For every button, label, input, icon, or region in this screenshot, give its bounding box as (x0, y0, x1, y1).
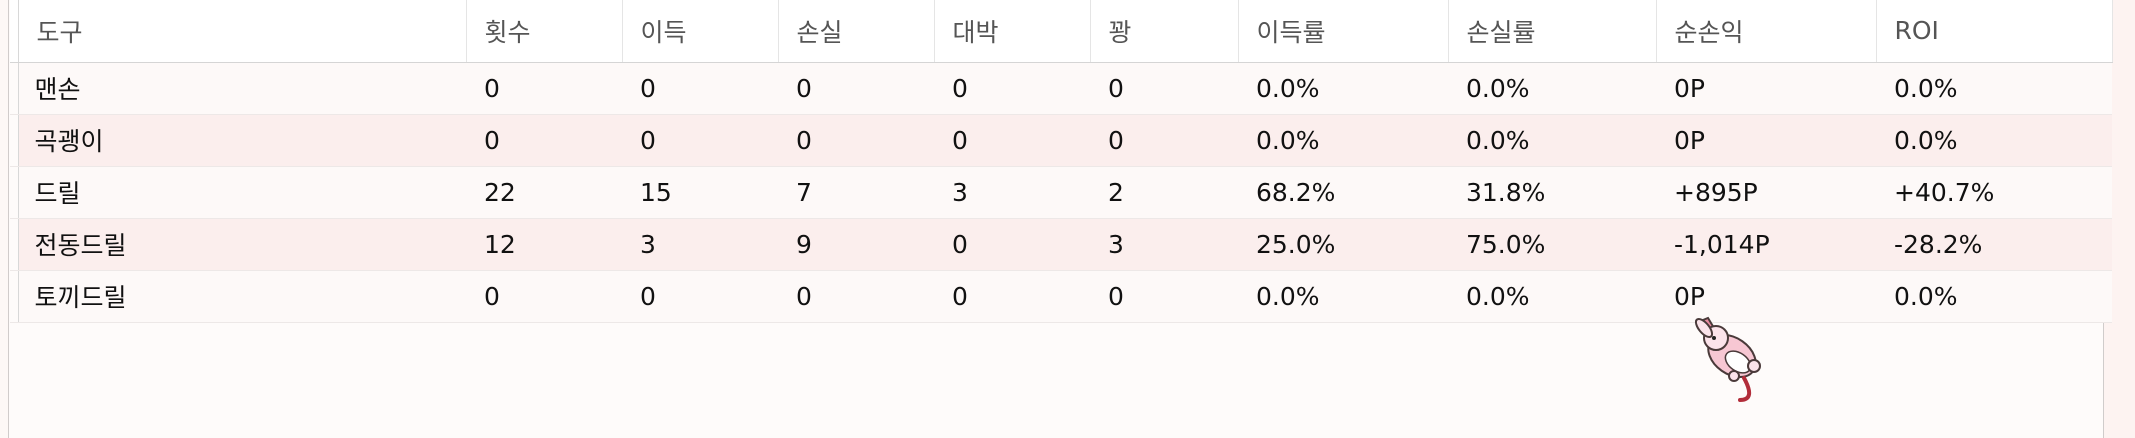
table-row[interactable]: 드릴 22 15 7 3 2 68.2% 31.8% +895P +40.7% (10, 166, 2112, 219)
cell-jackpot: 0 (934, 62, 1090, 115)
cell-loss: 7 (778, 166, 934, 219)
cell-gain: 0 (622, 62, 778, 115)
cell-count: 0 (466, 270, 622, 323)
table-row[interactable]: 맨손 0 0 0 0 0 0.0% 0.0% 0P 0.0% (10, 62, 2112, 115)
cell-gain-rate: 0.0% (1238, 62, 1448, 115)
cell-loss: 9 (778, 218, 934, 271)
column-header-loss-rate[interactable]: 손실률 (1448, 0, 1657, 63)
cell-net-profit: 0P (1656, 270, 1876, 323)
cell-net-profit: -1,014P (1656, 218, 1876, 271)
cell-jackpot: 0 (934, 218, 1090, 271)
row-header-gutter (10, 0, 19, 63)
cell-gain: 0 (622, 270, 778, 323)
cell-tool: 토끼드릴 (18, 270, 466, 323)
cell-gain-rate: 68.2% (1238, 166, 1448, 219)
cell-loss: 0 (778, 114, 934, 167)
column-header-blank[interactable]: 꽝 (1090, 0, 1239, 63)
cell-roi: +40.7% (1876, 166, 2112, 219)
cell-loss-rate: 75.0% (1448, 218, 1656, 271)
cell-net-profit: 0P (1656, 62, 1876, 115)
cell-loss-rate: 0.0% (1448, 62, 1656, 115)
column-header-gain-rate[interactable]: 이득률 (1238, 0, 1449, 63)
row-gutter (10, 114, 19, 167)
cell-loss: 0 (778, 270, 934, 323)
cell-gain-rate: 25.0% (1238, 218, 1448, 271)
cell-net-profit: +895P (1656, 166, 1876, 219)
cell-gain: 0 (622, 114, 778, 167)
column-header-jackpot[interactable]: 대박 (934, 0, 1091, 63)
row-gutter (10, 218, 19, 271)
table-header-row: 도구 횟수 이득 손실 대박 꽝 이득률 손실률 순손익 ROI (10, 0, 2113, 63)
cell-loss: 0 (778, 62, 934, 115)
cell-roi: -28.2% (1876, 218, 2112, 271)
cell-count: 22 (466, 166, 622, 219)
cell-jackpot: 0 (934, 114, 1090, 167)
row-gutter (10, 62, 19, 115)
cell-blank: 0 (1090, 270, 1238, 323)
table-row[interactable]: 전동드릴 12 3 9 0 3 25.0% 75.0% -1,014P -28.… (10, 218, 2112, 271)
column-header-count[interactable]: 횟수 (466, 0, 623, 63)
column-header-net-profit[interactable]: 순손익 (1656, 0, 1877, 63)
cell-tool: 곡괭이 (18, 114, 466, 167)
cell-tool: 전동드릴 (18, 218, 466, 271)
cell-count: 0 (466, 62, 622, 115)
cell-gain: 3 (622, 218, 778, 271)
cell-roi: 0.0% (1876, 270, 2112, 323)
cell-tool: 맨손 (18, 62, 466, 115)
cell-loss-rate: 0.0% (1448, 270, 1656, 323)
cell-jackpot: 3 (934, 166, 1090, 219)
cell-count: 12 (466, 218, 622, 271)
tool-stats-table[interactable]: 도구 횟수 이득 손실 대박 꽝 이득률 손실률 순손익 ROI 맨손 0 0 … (10, 0, 2113, 323)
column-header-gain[interactable]: 이득 (622, 0, 779, 63)
table-row[interactable]: 토끼드릴 0 0 0 0 0 0.0% 0.0% 0P 0.0% (10, 270, 2112, 323)
cell-gain: 15 (622, 166, 778, 219)
cell-net-profit: 0P (1656, 114, 1876, 167)
cell-loss-rate: 0.0% (1448, 114, 1656, 167)
cell-blank: 2 (1090, 166, 1238, 219)
column-header-roi[interactable]: ROI (1876, 0, 2113, 63)
column-header-tool[interactable]: 도구 (18, 0, 467, 63)
cell-jackpot: 0 (934, 270, 1090, 323)
cell-roi: 0.0% (1876, 114, 2112, 167)
row-gutter (10, 166, 19, 219)
cell-blank: 3 (1090, 218, 1238, 271)
cell-blank: 0 (1090, 114, 1238, 167)
cell-loss-rate: 31.8% (1448, 166, 1656, 219)
cell-gain-rate: 0.0% (1238, 270, 1448, 323)
cell-blank: 0 (1090, 62, 1238, 115)
cell-roi: 0.0% (1876, 62, 2112, 115)
cell-tool: 드릴 (18, 166, 466, 219)
table-row[interactable]: 곡괭이 0 0 0 0 0 0.0% 0.0% 0P 0.0% (10, 114, 2112, 167)
cell-count: 0 (466, 114, 622, 167)
row-gutter (10, 270, 19, 323)
rabbit-cursor-icon (1694, 316, 1772, 406)
column-header-loss[interactable]: 손실 (778, 0, 935, 63)
cell-gain-rate: 0.0% (1238, 114, 1448, 167)
